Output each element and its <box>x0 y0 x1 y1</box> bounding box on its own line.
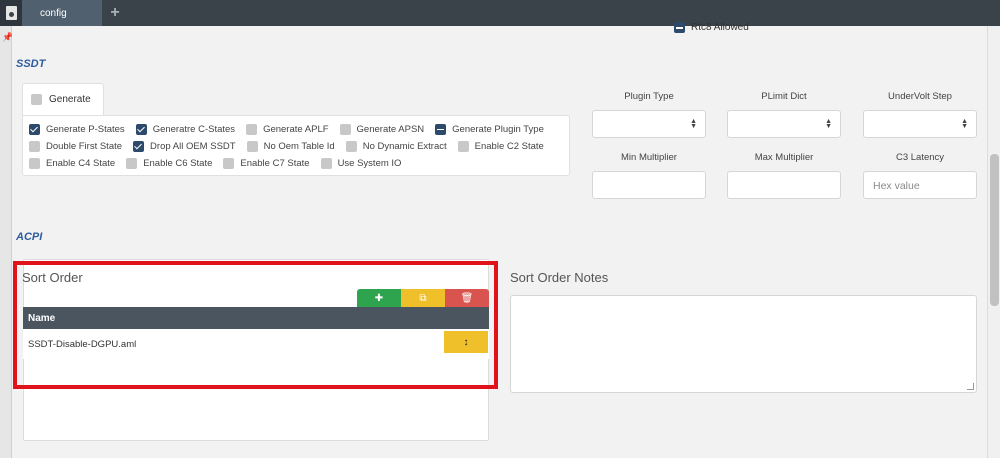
plugin-type-label: Plugin Type <box>624 91 674 102</box>
option-drop-all-oem-ssdt[interactable]: Drop All OEM SSDT <box>133 140 236 152</box>
checkbox[interactable] <box>29 123 40 135</box>
copy-row-button[interactable]: ⧉ <box>401 289 445 307</box>
plus-icon: + <box>110 4 120 21</box>
max-multiplier-label: Max Multiplier <box>754 152 814 163</box>
add-row-button[interactable]: ✚ <box>357 289 401 307</box>
option-label: Enable C2 State <box>474 140 544 152</box>
tab-bar: config + <box>0 0 1000 26</box>
row-name-cell: SSDT-Disable-DGPU.aml <box>28 338 137 350</box>
generate-options-panel: Generate P-States Generatre C-States Gen… <box>22 115 570 176</box>
option-no-dynamic-extract[interactable]: No Dynamic Extract <box>345 140 447 152</box>
option-label: Generate APSN <box>356 123 425 135</box>
add-tab-button[interactable]: + <box>104 0 126 26</box>
document-icon[interactable] <box>0 0 22 26</box>
move-vertical-icon: ↕ <box>463 336 469 348</box>
checkbox[interactable] <box>126 157 138 169</box>
plus-icon: ✚ <box>374 292 384 304</box>
plugin-type-select[interactable]: ▲ ▼ <box>592 110 706 138</box>
plimit-dict-label: PLimit Dict <box>761 91 807 102</box>
option-enable-c4-state[interactable]: Enable C4 State <box>29 157 116 169</box>
option-use-system-io[interactable]: Use System IO <box>320 157 402 169</box>
option-generate-aplf[interactable]: Generate APLF <box>246 123 329 135</box>
undervolt-step-label: UnderVolt Step <box>888 91 952 102</box>
options-row-2: Double First State Drop All OEM SSDT No … <box>29 139 555 153</box>
checkbox[interactable] <box>345 140 357 152</box>
tab-config-label: config <box>40 7 67 19</box>
select-arrows-icon: ▲ ▼ <box>690 118 697 130</box>
option-label: Generatre C-States <box>152 123 236 135</box>
checkbox[interactable] <box>320 157 332 169</box>
min-multiplier-label: Min Multiplier <box>621 152 677 163</box>
option-enable-c2-state[interactable]: Enable C2 State <box>457 140 544 152</box>
checkbox[interactable] <box>435 123 447 135</box>
checkbox[interactable] <box>246 123 258 135</box>
plimit-dict-select[interactable]: ▲ ▼ <box>727 110 841 138</box>
c3-latency-placeholder: Hex value <box>873 180 920 192</box>
drag-handle-button[interactable]: ↕ <box>444 331 488 353</box>
option-enable-c6-state[interactable]: Enable C6 State <box>126 157 213 169</box>
checkbox[interactable] <box>29 157 40 169</box>
checkbox[interactable] <box>133 140 145 152</box>
generate-checkbox[interactable] <box>31 94 42 105</box>
vertical-scrollbar[interactable] <box>987 26 1000 458</box>
option-label: Generate APLF <box>263 123 329 135</box>
option-label: Generate Plugin Type <box>452 123 544 135</box>
option-generate-c-states[interactable]: Generatre C-States <box>135 123 236 135</box>
option-generate-plugin-type[interactable]: Generate Plugin Type <box>435 123 544 135</box>
tab-config[interactable]: config <box>22 0 102 26</box>
option-label: No Oem Table Id <box>263 140 335 152</box>
checkbox[interactable] <box>29 140 40 152</box>
option-label: Double First State <box>46 140 123 152</box>
option-label: No Dynamic Extract <box>362 140 447 152</box>
checkbox[interactable] <box>135 123 147 135</box>
undervolt-step-select[interactable]: ▲ ▼ <box>863 110 977 138</box>
min-multiplier-input[interactable] <box>592 171 706 199</box>
option-double-first-state[interactable]: Double First State <box>29 140 123 152</box>
option-enable-c7-state[interactable]: Enable C7 State <box>223 157 310 169</box>
option-label: Enable C4 State <box>46 157 116 169</box>
ssdt-section-title: SSDT <box>16 58 46 70</box>
sort-order-notes-title: Sort Order Notes <box>510 270 609 285</box>
copy-icon: ⧉ <box>419 292 427 304</box>
option-generate-p-states[interactable]: Generate P-States <box>29 123 125 135</box>
checkbox[interactable] <box>457 140 469 152</box>
checkbox[interactable] <box>246 140 258 152</box>
sort-order-notes-textarea[interactable] <box>510 295 977 393</box>
option-label: Drop All OEM SSDT <box>150 140 236 152</box>
c3-latency-input[interactable]: Hex value <box>863 171 977 199</box>
sort-order-title: Sort Order <box>22 270 83 285</box>
rtc8-allowed-option[interactable]: Rtc8 Allowed <box>674 22 749 33</box>
option-label: Use System IO <box>337 157 402 169</box>
rtc8-allowed-label: Rtc8 Allowed <box>691 22 749 33</box>
delete-row-button[interactable]: 🗑 <box>445 289 489 307</box>
trash-icon: 🗑 <box>460 292 474 304</box>
table-header: Name <box>23 307 489 329</box>
options-row-3: Enable C4 State Enable C6 State Enable C… <box>29 156 412 170</box>
table-row[interactable]: SSDT-Disable-DGPU.aml <box>23 329 489 359</box>
rtc8-allowed-checkbox[interactable] <box>674 22 685 33</box>
generate-tab[interactable]: Generate <box>22 83 104 115</box>
resize-handle-icon[interactable] <box>967 383 974 390</box>
options-row-1: Generate P-States Generatre C-States Gen… <box>29 122 555 136</box>
select-arrows-icon: ▲ ▼ <box>961 118 968 130</box>
select-arrows-icon: ▲ ▼ <box>825 118 832 130</box>
option-generate-apsn[interactable]: Generate APSN <box>339 123 425 135</box>
option-label: Enable C6 State <box>143 157 213 169</box>
acpi-section-title: ACPI <box>16 231 43 243</box>
scrollbar-thumb[interactable] <box>990 154 999 306</box>
checkbox[interactable] <box>223 157 235 169</box>
main-content: Rtc8 Allowed SSDT Generate Generate P-St… <box>12 22 987 458</box>
max-multiplier-input[interactable] <box>727 171 841 199</box>
option-label: Generate P-States <box>46 123 125 135</box>
generate-tab-label: Generate <box>49 94 91 105</box>
checkbox[interactable] <box>339 123 351 135</box>
c3-latency-label: C3 Latency <box>895 152 945 163</box>
option-no-oem-table-id[interactable]: No Oem Table Id <box>246 140 335 152</box>
column-header-name: Name <box>28 312 56 324</box>
left-gutter: 📌 <box>0 26 13 458</box>
option-label: Enable C7 State <box>240 157 310 169</box>
